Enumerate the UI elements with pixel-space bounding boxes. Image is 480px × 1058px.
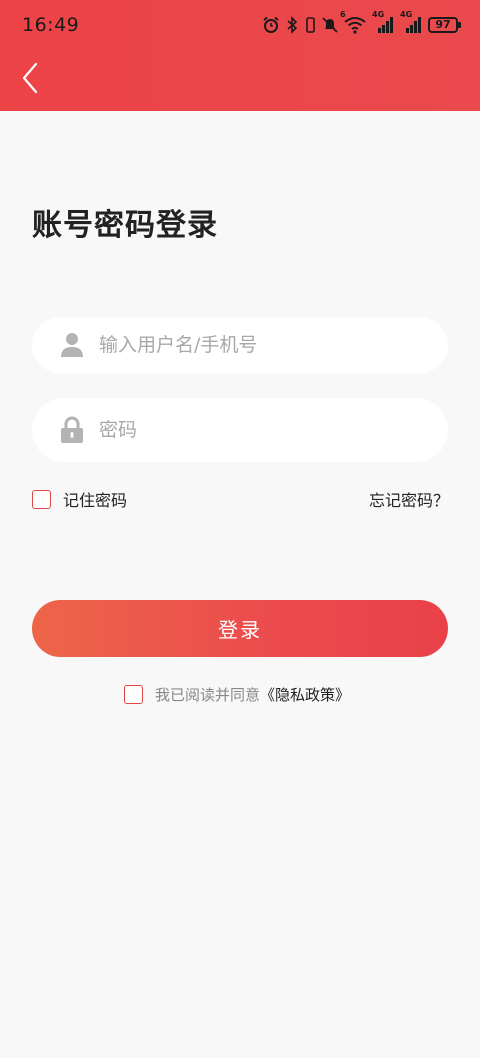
page-title: 账号密码登录 [32,208,218,243]
user-icon [59,331,85,359]
remember-password-label: 记住密码 [63,491,128,510]
network-type-1: 4G [372,10,385,19]
bell-muted-icon [322,16,338,34]
app-header: 16:49 6 4G 4G 97 [0,0,480,111]
password-field-container[interactable] [32,398,448,462]
privacy-agreement-text: 我已阅读并同意 [155,686,261,704]
privacy-policy-link[interactable]: 《隐私政策》 [260,684,350,705]
back-button[interactable] [14,60,46,100]
signal-2-icon: 4G [400,10,422,34]
network-type-2: 4G [400,10,413,19]
lock-icon [59,416,85,444]
signal-1-icon: 4G [372,10,394,34]
username-field-container[interactable] [32,317,448,373]
bluetooth-icon [286,16,298,34]
privacy-agreement-checkbox[interactable] [124,685,143,704]
login-button[interactable]: 登录 [32,600,448,657]
wifi-badge: 6 [340,10,346,19]
alarm-icon [262,16,280,34]
wifi-icon: 6 [340,10,366,34]
status-bar: 16:49 6 4G 4G 97 [0,0,480,50]
remember-password-toggle[interactable]: 记住密码 [32,487,127,511]
chevron-left-icon [20,62,40,98]
status-time: 16:49 [22,14,80,36]
username-input[interactable] [99,334,448,356]
forgot-password-link[interactable]: 忘记密码？ [369,487,449,511]
vibrate-icon [304,16,316,34]
remember-password-checkbox[interactable] [32,489,51,509]
password-input[interactable] [99,419,448,441]
status-icons: 6 4G 4G 97 [262,10,461,36]
battery-icon: 97 [428,17,461,33]
privacy-agreement: 我已阅读并同意 《隐私政策》 [124,684,350,705]
